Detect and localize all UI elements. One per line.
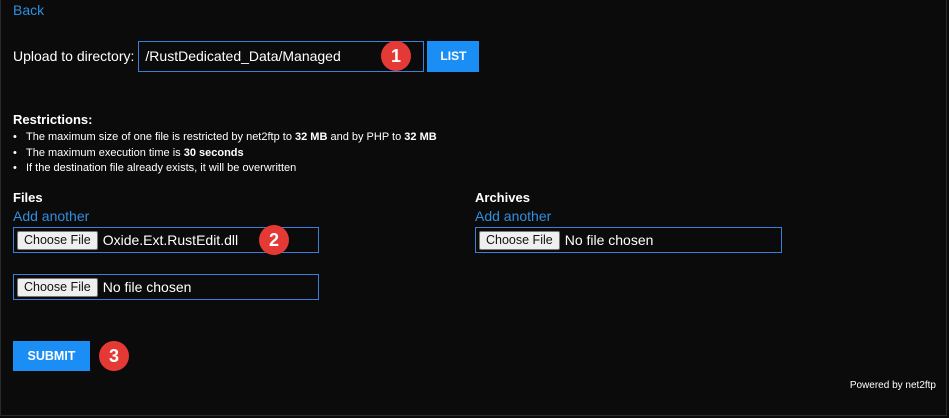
archives-add-another-link[interactable]: Add another xyxy=(475,208,551,224)
chosen-file-name: No file chosen xyxy=(564,232,654,248)
files-heading: Files xyxy=(13,190,43,205)
powered-by-footer: Powered by net2ftp xyxy=(849,380,936,391)
net2ftp-upload-page: Back Upload to directory: LIST 1 Restric… xyxy=(0,0,947,416)
annotation-badge-3: 3 xyxy=(99,341,129,371)
archives-heading: Archives xyxy=(475,190,530,205)
choose-file-button[interactable]: Choose File xyxy=(17,277,98,297)
annotation-badge-2: 2 xyxy=(259,225,289,255)
chosen-file-name: Oxide.Ext.RustEdit.dll xyxy=(102,232,239,248)
annotation-badge-1: 1 xyxy=(381,41,411,71)
list-button[interactable]: LIST xyxy=(427,40,480,72)
back-link[interactable]: Back xyxy=(13,2,44,18)
files-add-another-link[interactable]: Add another xyxy=(13,208,89,224)
choose-file-button[interactable]: Choose File xyxy=(17,230,98,250)
upload-directory-label: Upload to directory: xyxy=(13,48,135,64)
restrictions-list: The maximum size of one file is restrict… xyxy=(13,130,437,177)
chosen-file-name: No file chosen xyxy=(102,279,192,295)
restriction-item-max-size: The maximum size of one file is restrict… xyxy=(13,130,437,146)
restriction-item-overwrite: If the destination file already exists, … xyxy=(13,161,437,177)
archive-input-1[interactable]: Choose File No file chosen xyxy=(475,227,782,253)
restriction-item-exec-time: The maximum execution time is 30 seconds xyxy=(13,146,437,162)
restrictions-heading: Restrictions: xyxy=(13,112,93,127)
submit-button[interactable]: SUBMIT xyxy=(13,341,90,371)
file-input-2[interactable]: Choose File No file chosen xyxy=(13,274,319,300)
choose-file-button[interactable]: Choose File xyxy=(479,230,560,250)
